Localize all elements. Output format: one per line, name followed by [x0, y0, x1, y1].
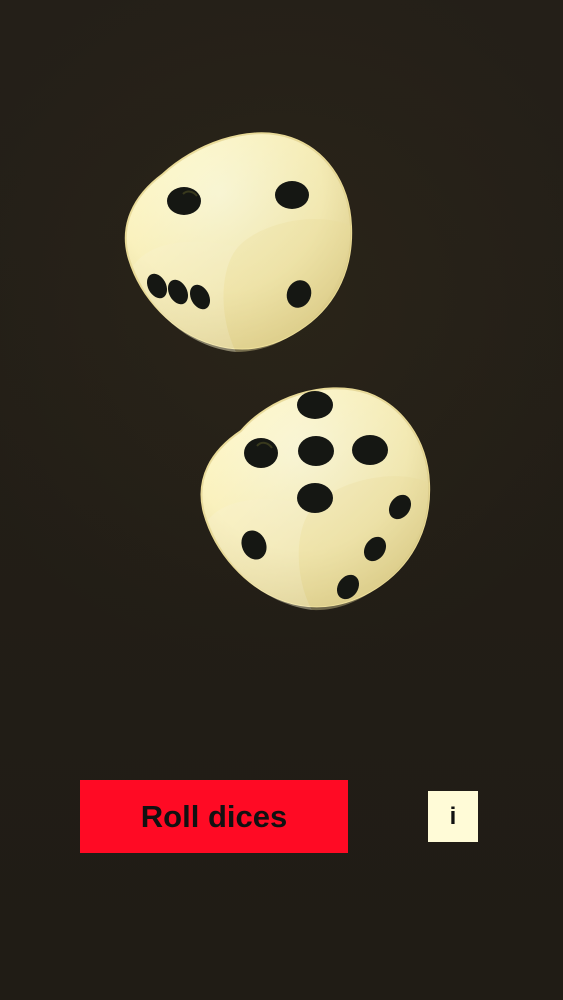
- dice-app-screen: Roll dices i: [0, 0, 563, 1000]
- die-bottom-pip-top: [297, 391, 333, 419]
- die-bottom-pip-center: [298, 436, 334, 466]
- die-image-bottom: [194, 374, 434, 614]
- die-top-graphic: [124, 132, 353, 352]
- info-button[interactable]: i: [428, 791, 478, 842]
- die-top-pip-top-right: [275, 181, 309, 209]
- die-bottom-graphic: [200, 387, 431, 611]
- die-bottom-pip-right: [352, 435, 388, 465]
- die-bottom-pip-bottom: [297, 483, 333, 513]
- die-top-pip-top-left: [167, 187, 201, 215]
- roll-dices-button[interactable]: Roll dices: [80, 780, 348, 853]
- die-image-top: [118, 118, 358, 358]
